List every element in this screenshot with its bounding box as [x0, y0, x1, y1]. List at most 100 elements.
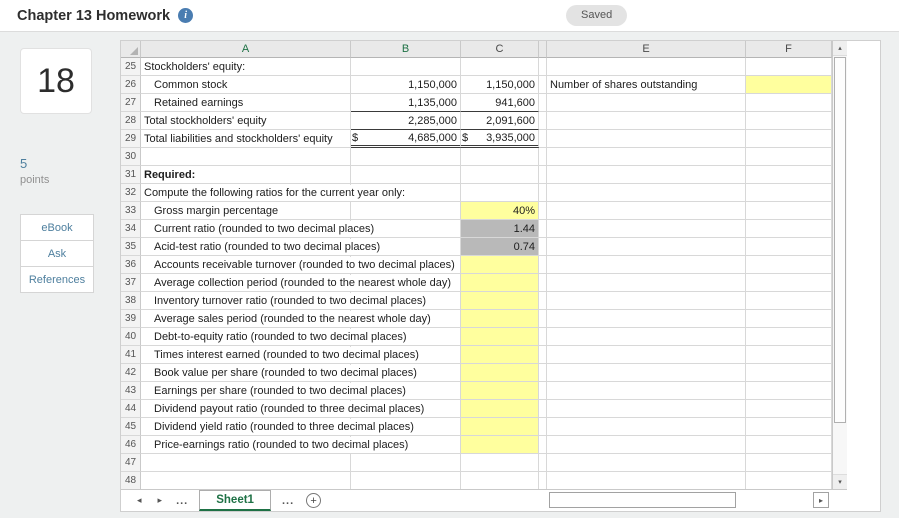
- cell-D45[interactable]: [539, 418, 547, 436]
- cell-E32[interactable]: [547, 184, 746, 202]
- sheet-nav-next-icon[interactable]: ▸: [150, 495, 171, 506]
- cell-E29[interactable]: [547, 130, 746, 148]
- cell-E40[interactable]: [547, 328, 746, 346]
- cell-F36[interactable]: [746, 256, 832, 274]
- cell-D34[interactable]: [539, 220, 547, 238]
- cell-A45[interactable]: Dividend yield ratio (rounded to three d…: [141, 418, 414, 436]
- cell-A38[interactable]: Inventory turnover ratio (rounded to two…: [141, 292, 427, 310]
- ask-button[interactable]: Ask: [20, 240, 94, 267]
- cell-E39[interactable]: [547, 310, 746, 328]
- cell-B48[interactable]: [351, 472, 461, 489]
- cell-D28[interactable]: [539, 112, 547, 130]
- select-all-corner[interactable]: [121, 41, 141, 58]
- cell-F44[interactable]: [746, 400, 832, 418]
- row-header-37[interactable]: 37: [121, 274, 141, 292]
- cell-F26[interactable]: [746, 76, 832, 94]
- cell-D48[interactable]: [539, 472, 547, 489]
- row-header-29[interactable]: 29: [121, 130, 141, 148]
- cell-D44[interactable]: [539, 400, 547, 418]
- cell-C41[interactable]: [461, 346, 539, 364]
- cell-F47[interactable]: [746, 454, 832, 472]
- cell-C47[interactable]: [461, 454, 539, 472]
- cell-E45[interactable]: [547, 418, 746, 436]
- cell-C40[interactable]: [461, 328, 539, 346]
- row-header-28[interactable]: 28: [121, 112, 141, 130]
- cell-F31[interactable]: [746, 166, 832, 184]
- cell-F39[interactable]: [746, 310, 832, 328]
- column-header-F[interactable]: F: [746, 41, 832, 58]
- horizontal-scrollbar-thumb[interactable]: [549, 492, 736, 508]
- row-header-35[interactable]: 35: [121, 238, 141, 256]
- cell-D32[interactable]: [539, 184, 547, 202]
- cell-F48[interactable]: [746, 472, 832, 489]
- cell-F33[interactable]: [746, 202, 832, 220]
- cell-D41[interactable]: [539, 346, 547, 364]
- cell-A32[interactable]: Compute the following ratios for the cur…: [141, 184, 406, 202]
- cell-D42[interactable]: [539, 364, 547, 382]
- cell-C35[interactable]: 0.74: [461, 238, 539, 256]
- cell-D26[interactable]: [539, 76, 547, 94]
- cell-C31[interactable]: [461, 166, 539, 184]
- cell-E43[interactable]: [547, 382, 746, 400]
- cell-E26[interactable]: Number of shares outstanding: [547, 76, 746, 94]
- row-header-48[interactable]: 48: [121, 472, 141, 489]
- row-header-47[interactable]: 47: [121, 454, 141, 472]
- add-sheet-button[interactable]: +: [306, 493, 322, 508]
- scroll-up-icon[interactable]: ▴: [833, 41, 847, 56]
- cell-F42[interactable]: [746, 364, 832, 382]
- cell-E31[interactable]: [547, 166, 746, 184]
- cell-B30[interactable]: [351, 148, 461, 166]
- sheet-tab-sheet1[interactable]: Sheet1: [199, 490, 271, 511]
- cell-B26[interactable]: 1,150,000: [351, 76, 461, 94]
- vertical-scrollbar[interactable]: ▴ ▾: [832, 41, 847, 489]
- cell-C44[interactable]: [461, 400, 539, 418]
- sheet-nav-prev-icon[interactable]: ◂: [129, 495, 150, 506]
- cell-F29[interactable]: [746, 130, 832, 148]
- cell-D46[interactable]: [539, 436, 547, 454]
- cell-C43[interactable]: [461, 382, 539, 400]
- cell-D43[interactable]: [539, 382, 547, 400]
- cell-A47[interactable]: [141, 454, 351, 472]
- cell-C34[interactable]: 1.44: [461, 220, 539, 238]
- cell-A44[interactable]: Dividend payout ratio (rounded to three …: [141, 400, 425, 418]
- row-header-44[interactable]: 44: [121, 400, 141, 418]
- row-header-34[interactable]: 34: [121, 220, 141, 238]
- cell-D40[interactable]: [539, 328, 547, 346]
- cell-D36[interactable]: [539, 256, 547, 274]
- cell-C45[interactable]: [461, 418, 539, 436]
- cell-F38[interactable]: [746, 292, 832, 310]
- cell-D39[interactable]: [539, 310, 547, 328]
- cell-D33[interactable]: [539, 202, 547, 220]
- cell-C48[interactable]: [461, 472, 539, 489]
- cell-E42[interactable]: [547, 364, 746, 382]
- cell-B25[interactable]: [351, 58, 461, 76]
- row-header-46[interactable]: 46: [121, 436, 141, 454]
- cell-E48[interactable]: [547, 472, 746, 489]
- row-header-43[interactable]: 43: [121, 382, 141, 400]
- row-header-40[interactable]: 40: [121, 328, 141, 346]
- cell-B28[interactable]: 2,285,000: [351, 112, 461, 130]
- cell-B31[interactable]: [351, 166, 461, 184]
- cell-D27[interactable]: [539, 94, 547, 112]
- cell-A25[interactable]: Stockholders' equity:: [141, 58, 351, 76]
- row-header-38[interactable]: 38: [121, 292, 141, 310]
- cell-F27[interactable]: [746, 94, 832, 112]
- row-header-32[interactable]: 32: [121, 184, 141, 202]
- cell-A40[interactable]: Debt-to-equity ratio (rounded to two dec…: [141, 328, 407, 346]
- cell-C46[interactable]: [461, 436, 539, 454]
- cell-E35[interactable]: [547, 238, 746, 256]
- ebook-button[interactable]: eBook: [20, 214, 94, 241]
- cell-F34[interactable]: [746, 220, 832, 238]
- cell-C27[interactable]: 941,600: [461, 94, 539, 112]
- cell-C36[interactable]: [461, 256, 539, 274]
- cell-F32[interactable]: [746, 184, 832, 202]
- cell-A30[interactable]: [141, 148, 351, 166]
- column-header-E[interactable]: E: [547, 41, 746, 58]
- cell-F45[interactable]: [746, 418, 832, 436]
- cell-D31[interactable]: [539, 166, 547, 184]
- vertical-scrollbar-thumb[interactable]: [834, 57, 846, 424]
- sheet-overflow-left[interactable]: ...: [170, 495, 194, 507]
- cell-C32[interactable]: [461, 184, 539, 202]
- horizontal-scroll-right-icon[interactable]: ▸: [813, 492, 829, 508]
- cell-C37[interactable]: [461, 274, 539, 292]
